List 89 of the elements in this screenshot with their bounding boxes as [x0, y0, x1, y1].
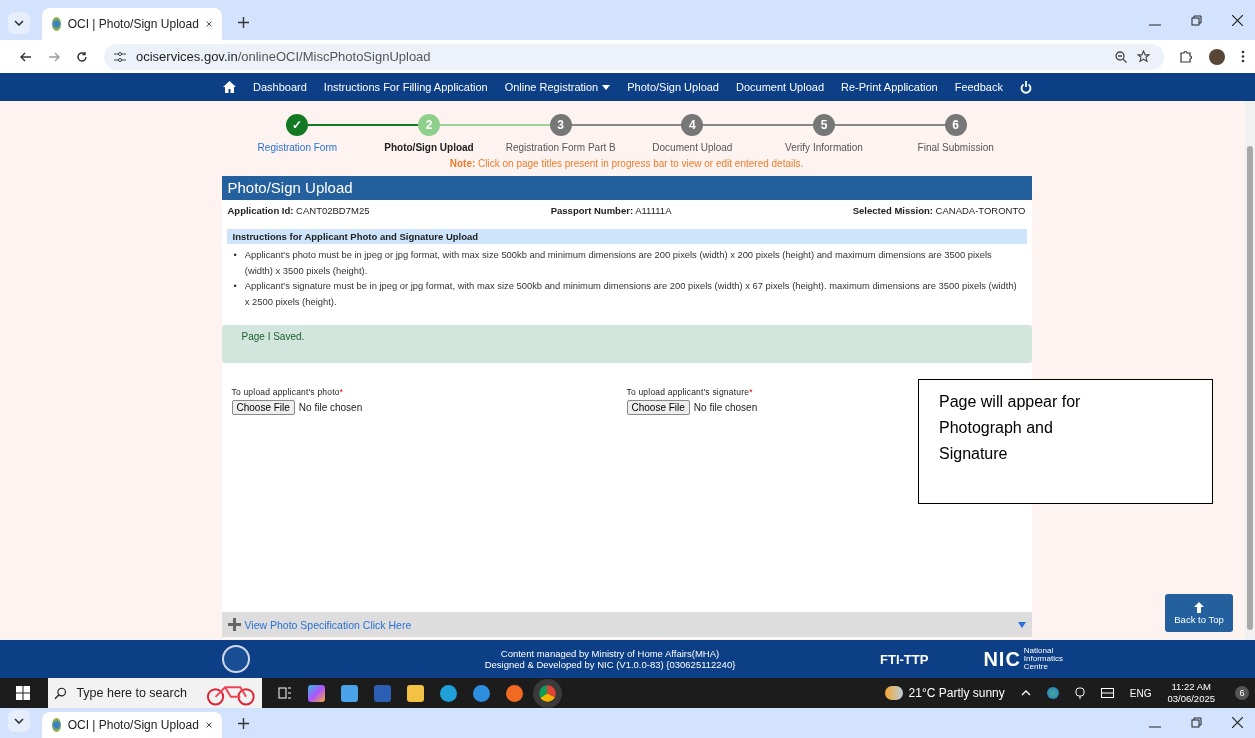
scrollbar[interactable] [1245, 101, 1255, 640]
zoom-icon[interactable] [1115, 50, 1127, 63]
chevron-down-icon [14, 718, 24, 724]
language-indicator[interactable]: ENG [1129, 687, 1152, 699]
file-status: No file chosen [693, 402, 758, 413]
chevron-up-icon[interactable] [1020, 690, 1031, 696]
reload-icon[interactable] [76, 50, 88, 63]
footer-text: Designed & Developed by NIC (V1.0.0-83) {030625112240} [484, 659, 736, 670]
caret-icon [602, 84, 611, 90]
instruction-item: Applicant's photo must be in jpeg or jpg format, with max size 500kb and minimum dimensions are 200 pixels (width) x 200 pixels (height) and maximum dimensions are 3500 pixels (width) x 3500 pixels (height). [244, 248, 993, 278]
instructions-heading: Instructions for Applicant Photo and Signature Upload [226, 229, 1027, 244]
url-text: ociservices.gov.in/onlineOCI/MiscPhotoSignUpload [136, 49, 431, 64]
step-label[interactable]: Registration Form Part B [505, 142, 616, 153]
weather-text[interactable]: 21°C Partly sunny [908, 686, 1005, 700]
menu-icon[interactable] [1241, 50, 1245, 63]
restore-icon[interactable] [1191, 717, 1202, 728]
close-icon[interactable] [1232, 717, 1243, 728]
close-icon[interactable] [205, 720, 212, 730]
nav-link[interactable]: Document Upload [736, 81, 825, 93]
extensions-icon[interactable] [1180, 50, 1193, 63]
site-icon [52, 718, 61, 732]
plus-icon [227, 618, 241, 631]
info-field: Passport Number: A11111A [550, 205, 672, 216]
forward-arrow-icon[interactable] [48, 50, 60, 63]
windows-start-icon[interactable] [16, 686, 30, 700]
tab-list-button[interactable] [8, 710, 30, 732]
close-icon[interactable] [205, 19, 212, 29]
step-label[interactable]: Final Submission [917, 142, 994, 153]
success-message: Page I Saved. [221, 325, 1032, 363]
site-icon [52, 17, 61, 31]
choose-file-button[interactable]: Choose File [231, 400, 295, 415]
site-settings-icon[interactable] [114, 51, 126, 62]
tab-list-button[interactable] [8, 12, 30, 34]
step-badge[interactable]: 6 [944, 114, 967, 136]
browser-tab[interactable]: OCI | Photo/Sign Upload [42, 712, 222, 738]
nav-link[interactable]: Dashboard [253, 81, 307, 93]
nav-link[interactable]: Instructions For Filling Application [323, 81, 488, 93]
star-icon[interactable] [1137, 50, 1150, 63]
profile-avatar[interactable] [1209, 48, 1225, 65]
clock[interactable]: 11:22 AM 03/06/2025 [1167, 681, 1215, 705]
taskbar-search-field[interactable]: Type here to search [48, 678, 262, 708]
callout-text: Page will appear for Photograph and Signature [939, 393, 1081, 462]
step-badge[interactable]: 5 [813, 114, 836, 136]
step-label[interactable]: Photo/Sign Upload [384, 142, 474, 153]
bullet-mark: • [233, 248, 237, 262]
panel-header: Photo/Sign Upload [221, 176, 1032, 200]
step-label[interactable]: Registration Form [257, 142, 338, 153]
nav-link[interactable]: Online Registration [504, 81, 611, 93]
upload-label: To upload applicant's photo* [231, 387, 345, 397]
new-tab-icon[interactable] [238, 718, 249, 729]
home-icon[interactable] [223, 81, 236, 93]
display-icon[interactable] [1100, 688, 1114, 698]
upload-label: To upload applicant's signature* [626, 387, 754, 397]
tab-title: OCI | Photo/Sign Upload [67, 718, 199, 732]
back-arrow-icon[interactable] [20, 50, 32, 63]
step-badge[interactable]: ✓ [286, 114, 309, 136]
browser-tab[interactable]: OCI | Photo/Sign Upload [42, 8, 222, 40]
specification-bar[interactable]: View Photo Specification Click Here [221, 612, 1032, 637]
chevron-down-icon[interactable] [1017, 621, 1026, 628]
step-label[interactable]: Verify Information [785, 142, 863, 153]
step-badge[interactable]: 4 [681, 114, 704, 136]
close-icon[interactable] [1232, 15, 1243, 26]
arrow-up-icon [1194, 601, 1204, 613]
file-status: No file chosen [298, 402, 363, 413]
restore-icon[interactable] [1191, 15, 1202, 26]
choose-file-button[interactable]: Choose File [626, 400, 690, 415]
footer-text: Content managed by Ministry of Home Affairs(MHA) [500, 648, 720, 659]
note-text: Note: Click on page titles present in progress bar to view or edit entered details. [448, 158, 805, 169]
step-label[interactable]: Document Upload [652, 142, 733, 153]
tab-title: OCI | Photo/Sign Upload [67, 17, 199, 31]
back-to-top-button[interactable]: Back to Top [1165, 594, 1233, 632]
notification-badge[interactable]: 6 [1235, 686, 1249, 700]
info-field: Application Id: CANT02BD7M25 [227, 205, 370, 216]
instruction-item: Applicant's signature must be in jpeg or jpg format, with max size 500kb and minimum dimensions are 200 pixels (width) x 67 pixels (height). maximum dimensions are 3500 pixels (width) x 2500 pixels (height). [244, 279, 1018, 309]
step-badge[interactable]: 3 [549, 114, 572, 136]
specification-link[interactable]: View Photo Specification Click Here [244, 618, 412, 631]
task-view-icon[interactable] [278, 686, 292, 700]
power-icon[interactable] [1019, 80, 1032, 94]
nav-link[interactable]: Re-Print Application [841, 81, 938, 93]
nav-link[interactable]: Photo/Sign Upload [627, 81, 719, 93]
search-icon [54, 686, 67, 700]
nav-link[interactable]: Feedback [954, 81, 1003, 93]
info-field: Selected Mission: CANADA-TORONTO [852, 205, 1026, 216]
search-input[interactable]: Type here to search [74, 685, 199, 701]
chevron-down-icon [14, 20, 24, 26]
address-bar[interactable]: ociservices.gov.in/onlineOCI/MiscPhotoSignUpload [104, 43, 1164, 70]
new-tab-icon[interactable] [238, 17, 249, 28]
bullet-mark: • [233, 279, 237, 293]
fti-logo[interactable]: FTI-TTP [880, 651, 929, 667]
